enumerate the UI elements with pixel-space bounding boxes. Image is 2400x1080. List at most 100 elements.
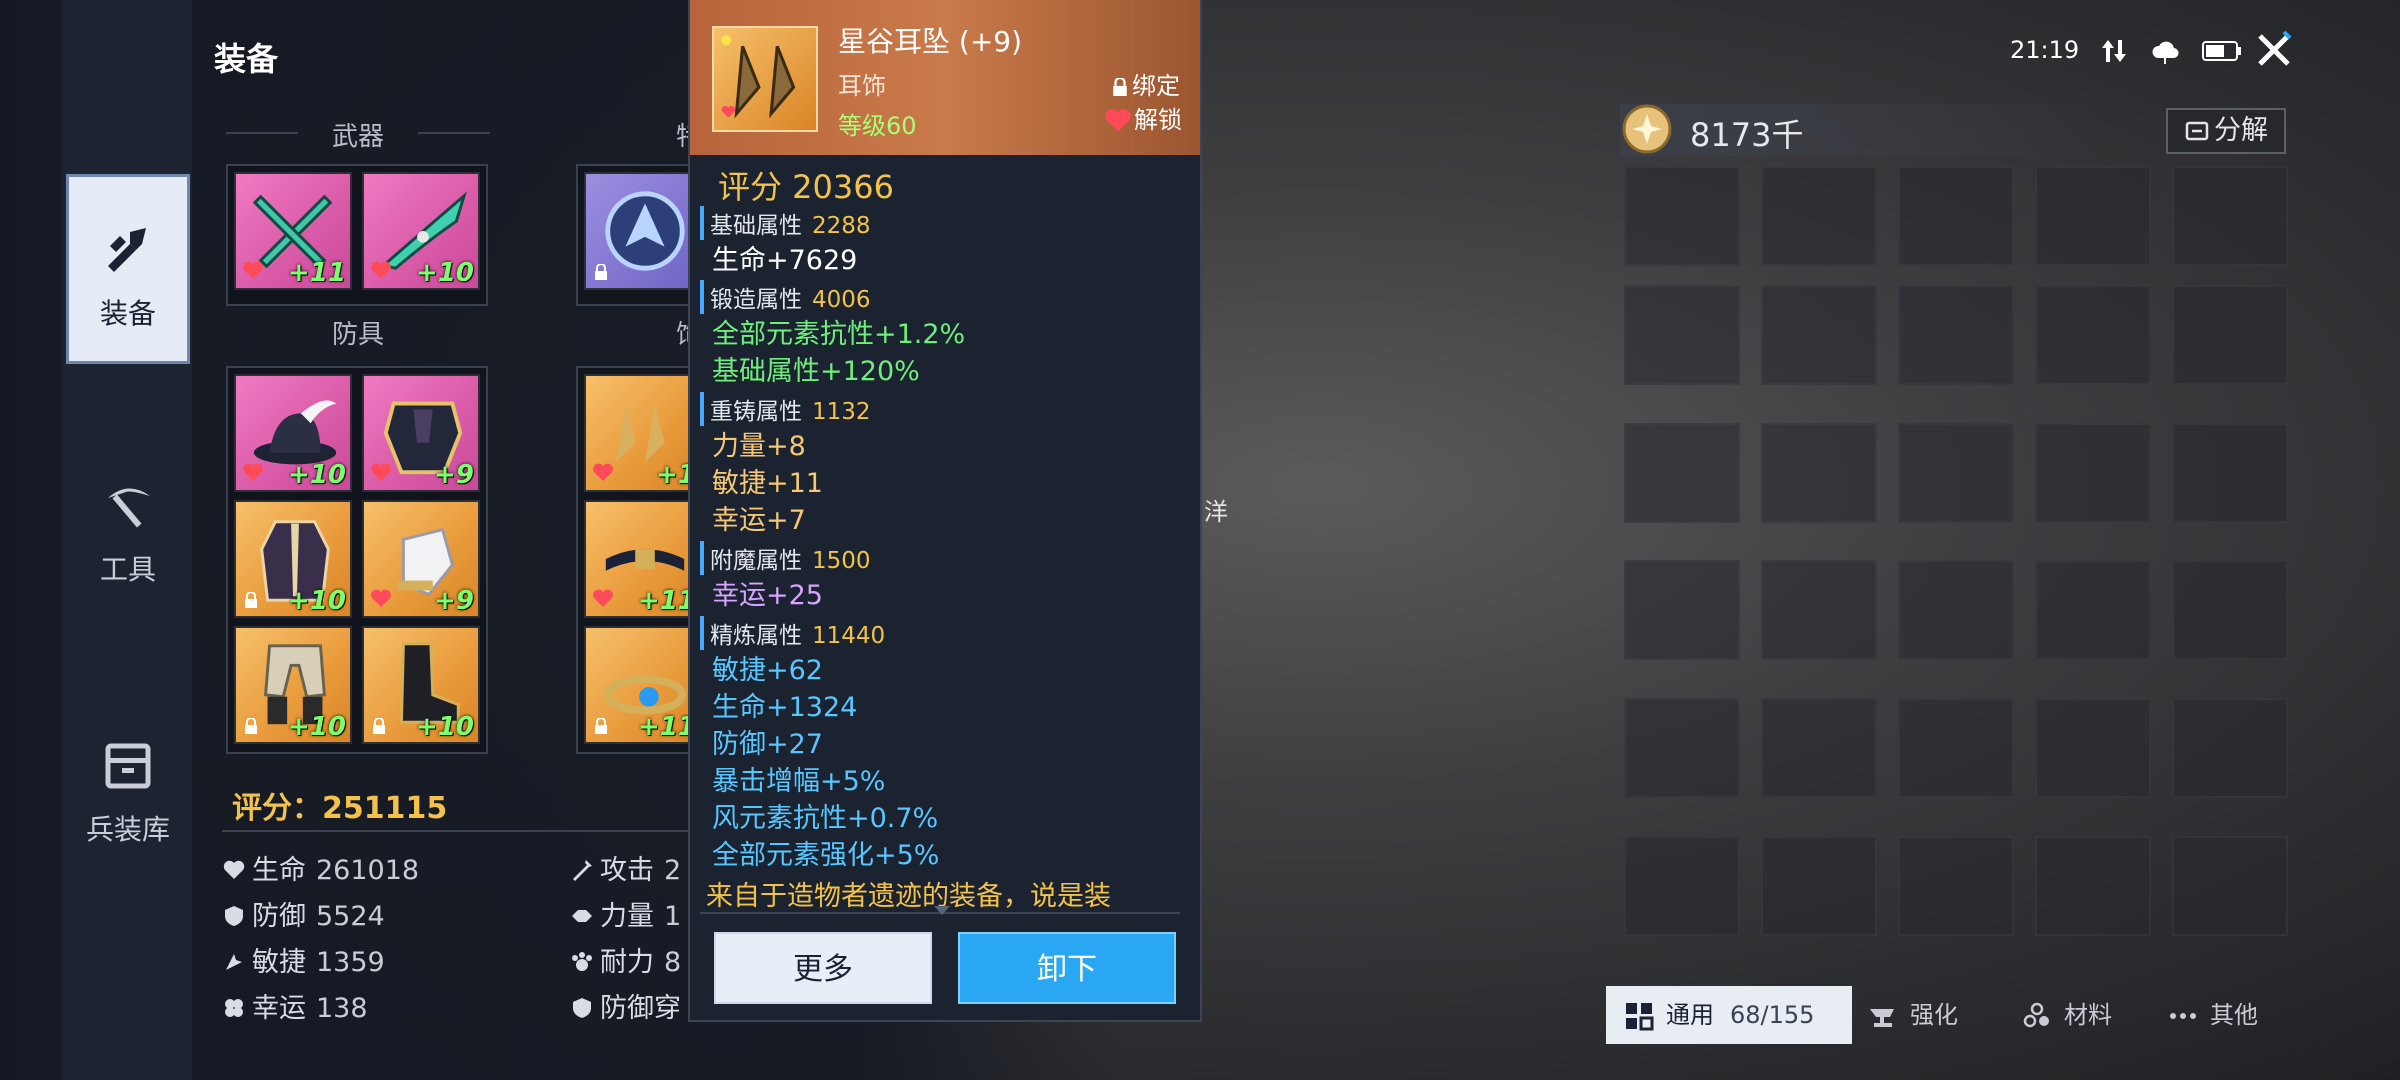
accessory-slot-earring[interactable]: +1 (584, 374, 702, 492)
lock-icon (1113, 76, 1127, 96)
strength-icon (572, 910, 592, 922)
inventory-slot[interactable] (1898, 285, 2014, 385)
inventory-slot[interactable] (2035, 698, 2151, 798)
inventory-slot[interactable] (2172, 285, 2288, 385)
inventory-slot[interactable] (1761, 166, 1877, 266)
unequip-button[interactable]: 卸下 (958, 932, 1176, 1004)
armor-slot-gloves[interactable]: +9 (362, 500, 480, 618)
inventory-slot[interactable] (1761, 836, 1877, 936)
armor-slot-boots[interactable]: +10 (362, 626, 480, 744)
inventory-slot[interactable] (1898, 698, 2014, 798)
armor-slot-coat[interactable]: +10 (234, 500, 352, 618)
section-forge: 锻造属性 4006 (700, 280, 871, 314)
equipment-icon (108, 228, 146, 272)
inventory-slot[interactable] (1898, 560, 2014, 660)
enhance-level: +10 (288, 712, 346, 742)
inventory-slot[interactable] (1624, 423, 1740, 523)
weapon-slot[interactable]: +10 (362, 172, 480, 290)
category-weapon: 武器 (331, 122, 384, 152)
close-icon[interactable] (2254, 30, 2294, 70)
favorite-heart-icon (243, 261, 263, 279)
material-icon (2023, 1002, 2049, 1028)
armor-slot-hat[interactable]: +10 (234, 374, 352, 492)
decompose-button[interactable]: 分解 (2166, 108, 2286, 154)
earring-icon (721, 35, 796, 119)
item-type: 耳饰 (838, 72, 886, 100)
stat-strength: 力量 1 (570, 894, 681, 933)
stat-luck: 幸运 138 (222, 986, 368, 1025)
tab-materials[interactable]: 材料 (2022, 986, 2172, 1044)
favorite-heart-icon (593, 589, 613, 607)
accessory-slot-ring[interactable]: +11 (584, 626, 702, 744)
inventory-slot[interactable] (2172, 560, 2288, 660)
stat-defense: 防御 5524 (222, 894, 385, 933)
inventory-slot[interactable] (2035, 285, 2151, 385)
inventory-slot[interactable] (2172, 423, 2288, 523)
penetration-icon (573, 998, 591, 1018)
favorite-heart-icon (593, 463, 613, 481)
lock-icon (245, 592, 257, 608)
inventory-slot[interactable] (1624, 560, 1740, 660)
attr-line: 幸运+7 (712, 505, 806, 536)
grid-icon (1626, 1003, 1654, 1031)
inventory-slot[interactable] (2172, 836, 2288, 936)
attr-line: 防御+27 (712, 729, 823, 760)
tab-equipment-label: 装备 (99, 297, 156, 330)
section-base: 基础属性 2288 (700, 206, 871, 240)
inventory-slot[interactable] (2035, 560, 2151, 660)
more-button[interactable]: 更多 (714, 932, 932, 1004)
data-transfer-icon (2101, 40, 2126, 62)
inventory-slot[interactable] (2035, 423, 2151, 523)
special-slot[interactable] (584, 172, 702, 290)
inventory-slot[interactable] (2035, 836, 2151, 936)
armory-icon (105, 743, 151, 789)
armor-slot-pants[interactable]: +10 (234, 626, 352, 744)
lock-icon (595, 718, 607, 734)
inventory-slot[interactable] (2172, 698, 2288, 798)
inventory-slot[interactable] (1761, 698, 1877, 798)
heart-icon (1105, 109, 1131, 132)
inventory-slot[interactable] (1761, 423, 1877, 523)
unlock-toggle[interactable]: 解锁 (1104, 100, 1182, 135)
inventory-slot[interactable] (1624, 166, 1740, 266)
tab-enhance[interactable]: 强化 (1868, 986, 2018, 1044)
weapon-slot[interactable]: +11 (234, 172, 352, 290)
stat-penetration: 防御穿 (570, 986, 691, 1025)
inventory-slot[interactable] (1898, 423, 2014, 523)
tab-general[interactable]: 通用 68/155 (1606, 986, 1852, 1044)
attr-line: 全部元素强化+5% (712, 840, 940, 871)
tab-armory[interactable]: 兵装库 (66, 690, 190, 880)
inventory-slot[interactable] (1898, 166, 2014, 266)
inventory-slot[interactable] (1624, 285, 1740, 385)
inventory-slot[interactable] (2172, 166, 2288, 266)
inventory-slot[interactable] (2035, 166, 2151, 266)
attr-line: 生命+7629 (712, 245, 858, 276)
enhance-level: +10 (416, 258, 474, 288)
enhance-level: +11 (288, 258, 346, 288)
inventory-slot[interactable] (1761, 285, 1877, 385)
enhance-level: +10 (288, 460, 346, 490)
inventory-slot[interactable] (1761, 560, 1877, 660)
inventory-slot[interactable] (1624, 836, 1740, 936)
scroll-down-icon[interactable] (934, 906, 950, 915)
stat-agility: 敏捷 1359 (222, 940, 385, 979)
stamina-icon (572, 952, 592, 971)
armor-slot-chest[interactable]: +9 (362, 374, 480, 492)
accessory-slot-belt[interactable]: +11 (584, 500, 702, 618)
coin-icon (1622, 104, 1672, 154)
tab-equipment[interactable]: 装备 (66, 174, 190, 364)
page-title: 装备 (214, 40, 279, 78)
tab-others[interactable]: 其他 (2168, 986, 2318, 1044)
bind-status[interactable]: 绑定 (1112, 66, 1180, 101)
agility-icon (226, 954, 242, 970)
item-icon (712, 26, 818, 132)
lock-icon (595, 264, 607, 280)
enhance-level: +10 (288, 586, 346, 616)
attr-line: 暴击增幅+5% (712, 766, 886, 797)
tab-tools[interactable]: 工具 (66, 430, 190, 620)
inventory-slot[interactable] (1624, 698, 1740, 798)
decompose-icon (2185, 121, 2209, 141)
stats-divider (222, 830, 692, 832)
overflow-text: 洋 (1204, 498, 1228, 526)
inventory-slot[interactable] (1898, 836, 2014, 936)
